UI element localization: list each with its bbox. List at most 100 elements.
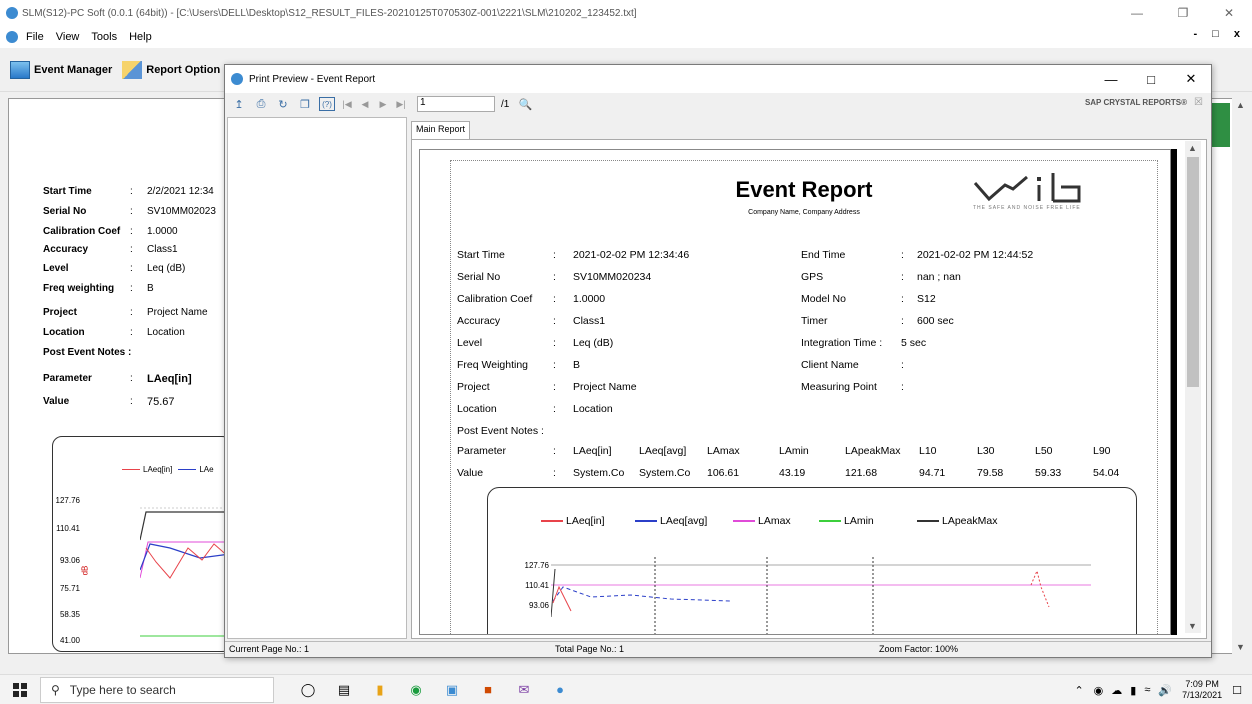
chrome-icon[interactable]: ◉	[398, 678, 434, 702]
cortana-icon[interactable]: ◯	[290, 678, 326, 702]
preview-statusbar: Current Page No.: 1 Total Page No.: 1 Zo…	[225, 641, 1211, 657]
menu-tools[interactable]: Tools	[91, 31, 117, 43]
colon: :	[130, 283, 133, 294]
scroll-up-icon[interactable]: ▲	[1188, 143, 1197, 153]
export-icon[interactable]: ↥	[231, 97, 247, 111]
powerpoint-icon[interactable]: ■	[470, 678, 506, 702]
background-field-row: Location: Location	[43, 327, 185, 338]
group-tree-panel[interactable]	[227, 117, 407, 639]
preview-toolbar: ↥ ⎙ ↻ ❐ (?) |◀ ◀ ▶ ▶| 1 /1 🔍	[225, 93, 1211, 115]
table-cell: 79.58	[977, 467, 1004, 479]
preview-minimize-button[interactable]: —	[1091, 65, 1131, 93]
clock-date: 7/13/2021	[1182, 690, 1223, 700]
volume-icon[interactable]: 🔊	[1158, 684, 1172, 697]
folder-icon	[10, 60, 30, 79]
field-label: Serial No	[43, 206, 87, 217]
cloud-icon[interactable]: ☁	[1111, 684, 1122, 697]
row-header: Value	[457, 467, 484, 479]
table-cell: System.Co	[573, 467, 625, 479]
legend-swatch	[122, 468, 140, 471]
field-value: nan ; nan	[917, 271, 961, 283]
y-tick: 58.35	[59, 610, 80, 619]
last-page-icon[interactable]: ▶|	[395, 97, 407, 111]
app-menu-icon[interactable]	[6, 31, 18, 43]
find-icon[interactable]: 🔍	[517, 97, 533, 111]
report-chart-plot	[551, 557, 1091, 634]
page-number-input[interactable]: 1	[417, 96, 495, 112]
wifi-icon[interactable]: ≈	[1144, 684, 1150, 696]
toggle-group-tree-icon[interactable]: (?)	[319, 97, 335, 111]
legend-item: LAeq[avg]	[635, 515, 707, 527]
taskbar-clock[interactable]: 7:09 PM 7/13/2021	[1182, 679, 1222, 701]
mail-icon[interactable]: ✉	[506, 678, 542, 702]
event-manager-button[interactable]: Event Manager	[10, 60, 113, 79]
preview-maximize-button[interactable]: □	[1131, 65, 1171, 93]
background-field-row: Accuracy: Class1	[43, 244, 178, 255]
table-cell: L90	[1093, 445, 1111, 457]
menu-help[interactable]: Help	[129, 31, 152, 43]
windows-start-button[interactable]	[0, 682, 40, 697]
background-field-row: Start Time: 2/2/2021 12:34	[43, 186, 214, 197]
tab-main-report[interactable]: Main Report	[411, 121, 471, 139]
field-label: Freq Weighting	[457, 359, 529, 371]
scroll-up-icon[interactable]: ▲	[1236, 100, 1245, 110]
mdi-controls[interactable]: - □ x	[1193, 28, 1246, 40]
first-page-icon[interactable]: |◀	[341, 97, 353, 111]
field-value: 75.67	[147, 396, 175, 408]
app-icon[interactable]: ▣	[434, 678, 470, 702]
notifications-icon[interactable]: ☐	[1232, 684, 1242, 697]
print-icon[interactable]: ⎙	[253, 97, 269, 111]
report-option-button[interactable]: Report Option	[122, 60, 221, 79]
background-field-row: Value: 75.67	[43, 396, 175, 408]
field-label: Project	[457, 381, 490, 393]
slm-app-icon[interactable]: ●	[542, 678, 578, 702]
field-label: Model No	[801, 293, 846, 305]
field-value: Class1	[573, 315, 606, 327]
menu-view[interactable]: View	[56, 31, 80, 43]
event-manager-label: Event Manager	[34, 63, 113, 76]
report-scrollbar[interactable]: ▲ ▼	[1185, 141, 1201, 633]
field-value: 2021-02-02 PM 12:34:46	[573, 249, 690, 261]
y-tick: 110.41	[525, 581, 549, 590]
colon: :	[553, 359, 556, 371]
scroll-down-icon[interactable]: ▼	[1188, 621, 1197, 631]
background-chart-legend: LAeq[in] LAe	[122, 465, 214, 474]
table-cell: 43.19	[779, 467, 806, 479]
scroll-down-icon[interactable]: ▼	[1236, 642, 1245, 652]
next-page-icon[interactable]: ▶	[377, 97, 389, 111]
field-label: Timer	[801, 315, 828, 327]
refresh-icon[interactable]: ↻	[275, 97, 291, 111]
colon: :	[901, 249, 904, 261]
task-view-icon[interactable]: ▤	[326, 678, 362, 702]
table-cell: L10	[919, 445, 937, 457]
scroll-thumb[interactable]	[1187, 157, 1199, 387]
system-tray: ⌃ ◉ ☁ ▮ ≈ 🔊 7:09 PM 7/13/2021 ☐	[1074, 675, 1252, 704]
table-cell: 106.61	[707, 467, 740, 479]
colon: :	[901, 293, 904, 305]
preview-close-button[interactable]: ✕	[1171, 65, 1211, 93]
report-option-label: Report Option	[146, 63, 221, 76]
prev-page-icon[interactable]: ◀	[359, 97, 371, 111]
report-field-row: End Time: 2021-02-02 PM 12:44:52	[801, 249, 1033, 261]
colon: :	[901, 381, 904, 393]
field-value: SV10MM020234	[573, 271, 652, 283]
tray-expand-icon[interactable]: ⌃	[1074, 684, 1083, 697]
copy-icon[interactable]: ❐	[297, 97, 313, 111]
file-explorer-icon[interactable]: ▮	[362, 678, 398, 702]
field-label: Parameter	[43, 373, 92, 384]
crystal-reports-brand: SAP CRYSTAL REPORTS®	[1084, 98, 1187, 107]
minimize-button[interactable]: —	[1114, 0, 1160, 26]
restore-button[interactable]: ❐	[1160, 0, 1206, 26]
close-button[interactable]: ✕	[1206, 0, 1252, 26]
colon: :	[553, 445, 556, 457]
battery-icon[interactable]: ▮	[1130, 684, 1136, 697]
colon: :	[553, 381, 556, 393]
legend-label: LAmax	[758, 515, 791, 527]
background-scrollbar[interactable]: ▲ ▼	[1232, 98, 1250, 654]
tray-app-icon[interactable]: ◉	[1094, 684, 1104, 697]
brand-close-icon[interactable]: ☒	[1194, 97, 1203, 108]
legend-label: LAeq[in]	[143, 465, 173, 474]
menu-file[interactable]: File	[26, 31, 44, 43]
taskbar-search-box[interactable]: ⚲ Type here to search	[40, 676, 274, 703]
windows-logo-icon	[13, 682, 27, 697]
